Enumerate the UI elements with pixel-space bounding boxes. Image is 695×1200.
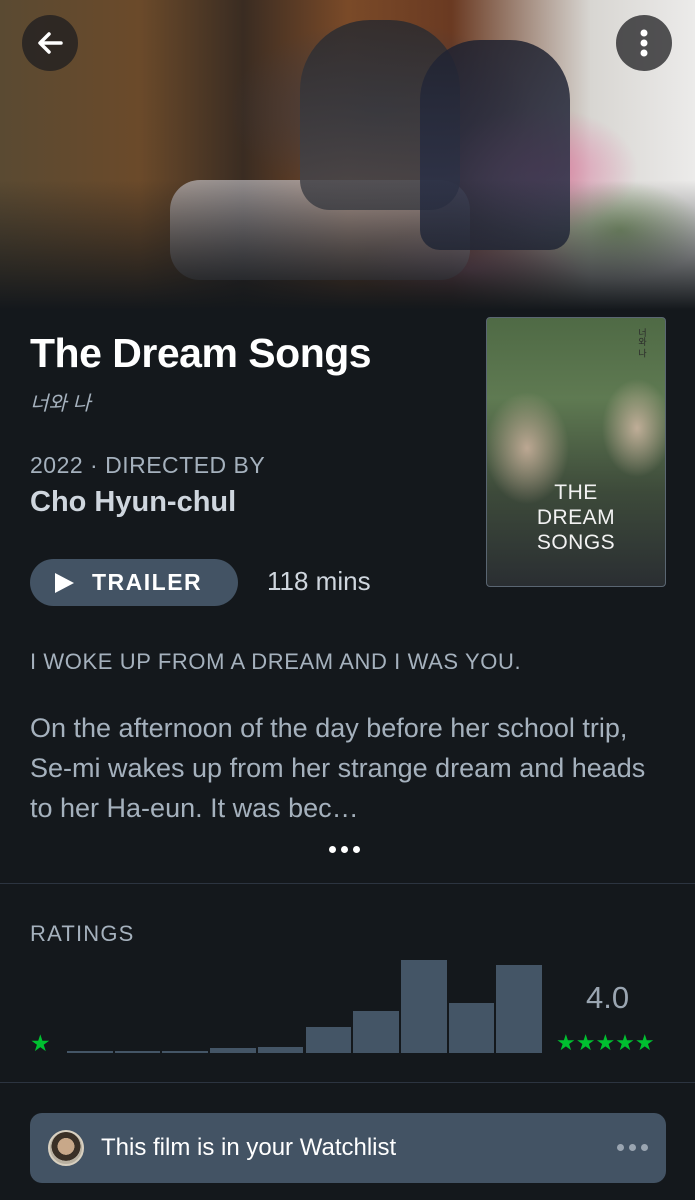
more-options-button[interactable] bbox=[616, 15, 672, 71]
director-link[interactable]: Cho Hyun-chul bbox=[30, 486, 236, 519]
watchlist-text: This film is in your Watchlist bbox=[101, 1134, 397, 1161]
year-director-line[interactable]: 2022 · DIRECTED BY bbox=[30, 452, 265, 479]
synopsis-expand-icon[interactable] bbox=[329, 846, 360, 853]
histogram-bar[interactable] bbox=[448, 1002, 495, 1053]
high-rating-stars-icon: ★★★★★ bbox=[556, 1030, 655, 1055]
low-rating-star-icon: ★ bbox=[30, 1030, 51, 1056]
backdrop-image bbox=[0, 0, 695, 310]
watchlist-status-bar[interactable]: This film is in your Watchlist bbox=[30, 1113, 666, 1183]
histogram-bar[interactable] bbox=[210, 1048, 256, 1053]
play-icon bbox=[55, 572, 74, 593]
tagline: I WOKE UP FROM A DREAM AND I WAS YOU. bbox=[30, 649, 522, 674]
synopsis[interactable]: On the afternoon of the day before her s… bbox=[30, 708, 670, 828]
histogram-bar[interactable] bbox=[400, 960, 447, 1053]
poster-korean-title: 너와 나 bbox=[637, 328, 647, 358]
arrow-left-icon bbox=[38, 32, 63, 54]
vertical-dots-icon bbox=[640, 29, 648, 57]
back-button[interactable] bbox=[22, 15, 78, 71]
avatar bbox=[48, 1130, 84, 1166]
original-title: 너와 나 bbox=[30, 393, 91, 415]
horizontal-dots-icon[interactable] bbox=[617, 1144, 648, 1151]
histogram-bar[interactable] bbox=[257, 1047, 304, 1053]
histogram-bar[interactable] bbox=[305, 1026, 352, 1053]
film-poster[interactable]: 너와 나 THE DREAM SONGS bbox=[486, 317, 666, 587]
average-rating: 4.0 bbox=[586, 980, 630, 1015]
trailer-label: TRAILER bbox=[92, 569, 203, 595]
histogram-bar[interactable] bbox=[353, 1011, 399, 1053]
histogram-bar[interactable] bbox=[496, 964, 542, 1053]
ratings-histogram[interactable] bbox=[67, 960, 542, 1053]
ratings-label: RATINGS bbox=[30, 921, 135, 946]
histogram-bar[interactable] bbox=[162, 1051, 209, 1053]
histogram-bar[interactable] bbox=[67, 1051, 113, 1053]
film-title: The Dream Songs bbox=[30, 330, 372, 376]
poster-title: THE DREAM SONGS bbox=[536, 481, 616, 554]
divider bbox=[0, 883, 695, 884]
trailer-button[interactable]: TRAILER bbox=[30, 559, 238, 606]
runtime: 118 mins bbox=[267, 566, 371, 596]
histogram-bar[interactable] bbox=[114, 1051, 161, 1053]
divider bbox=[0, 1082, 695, 1083]
